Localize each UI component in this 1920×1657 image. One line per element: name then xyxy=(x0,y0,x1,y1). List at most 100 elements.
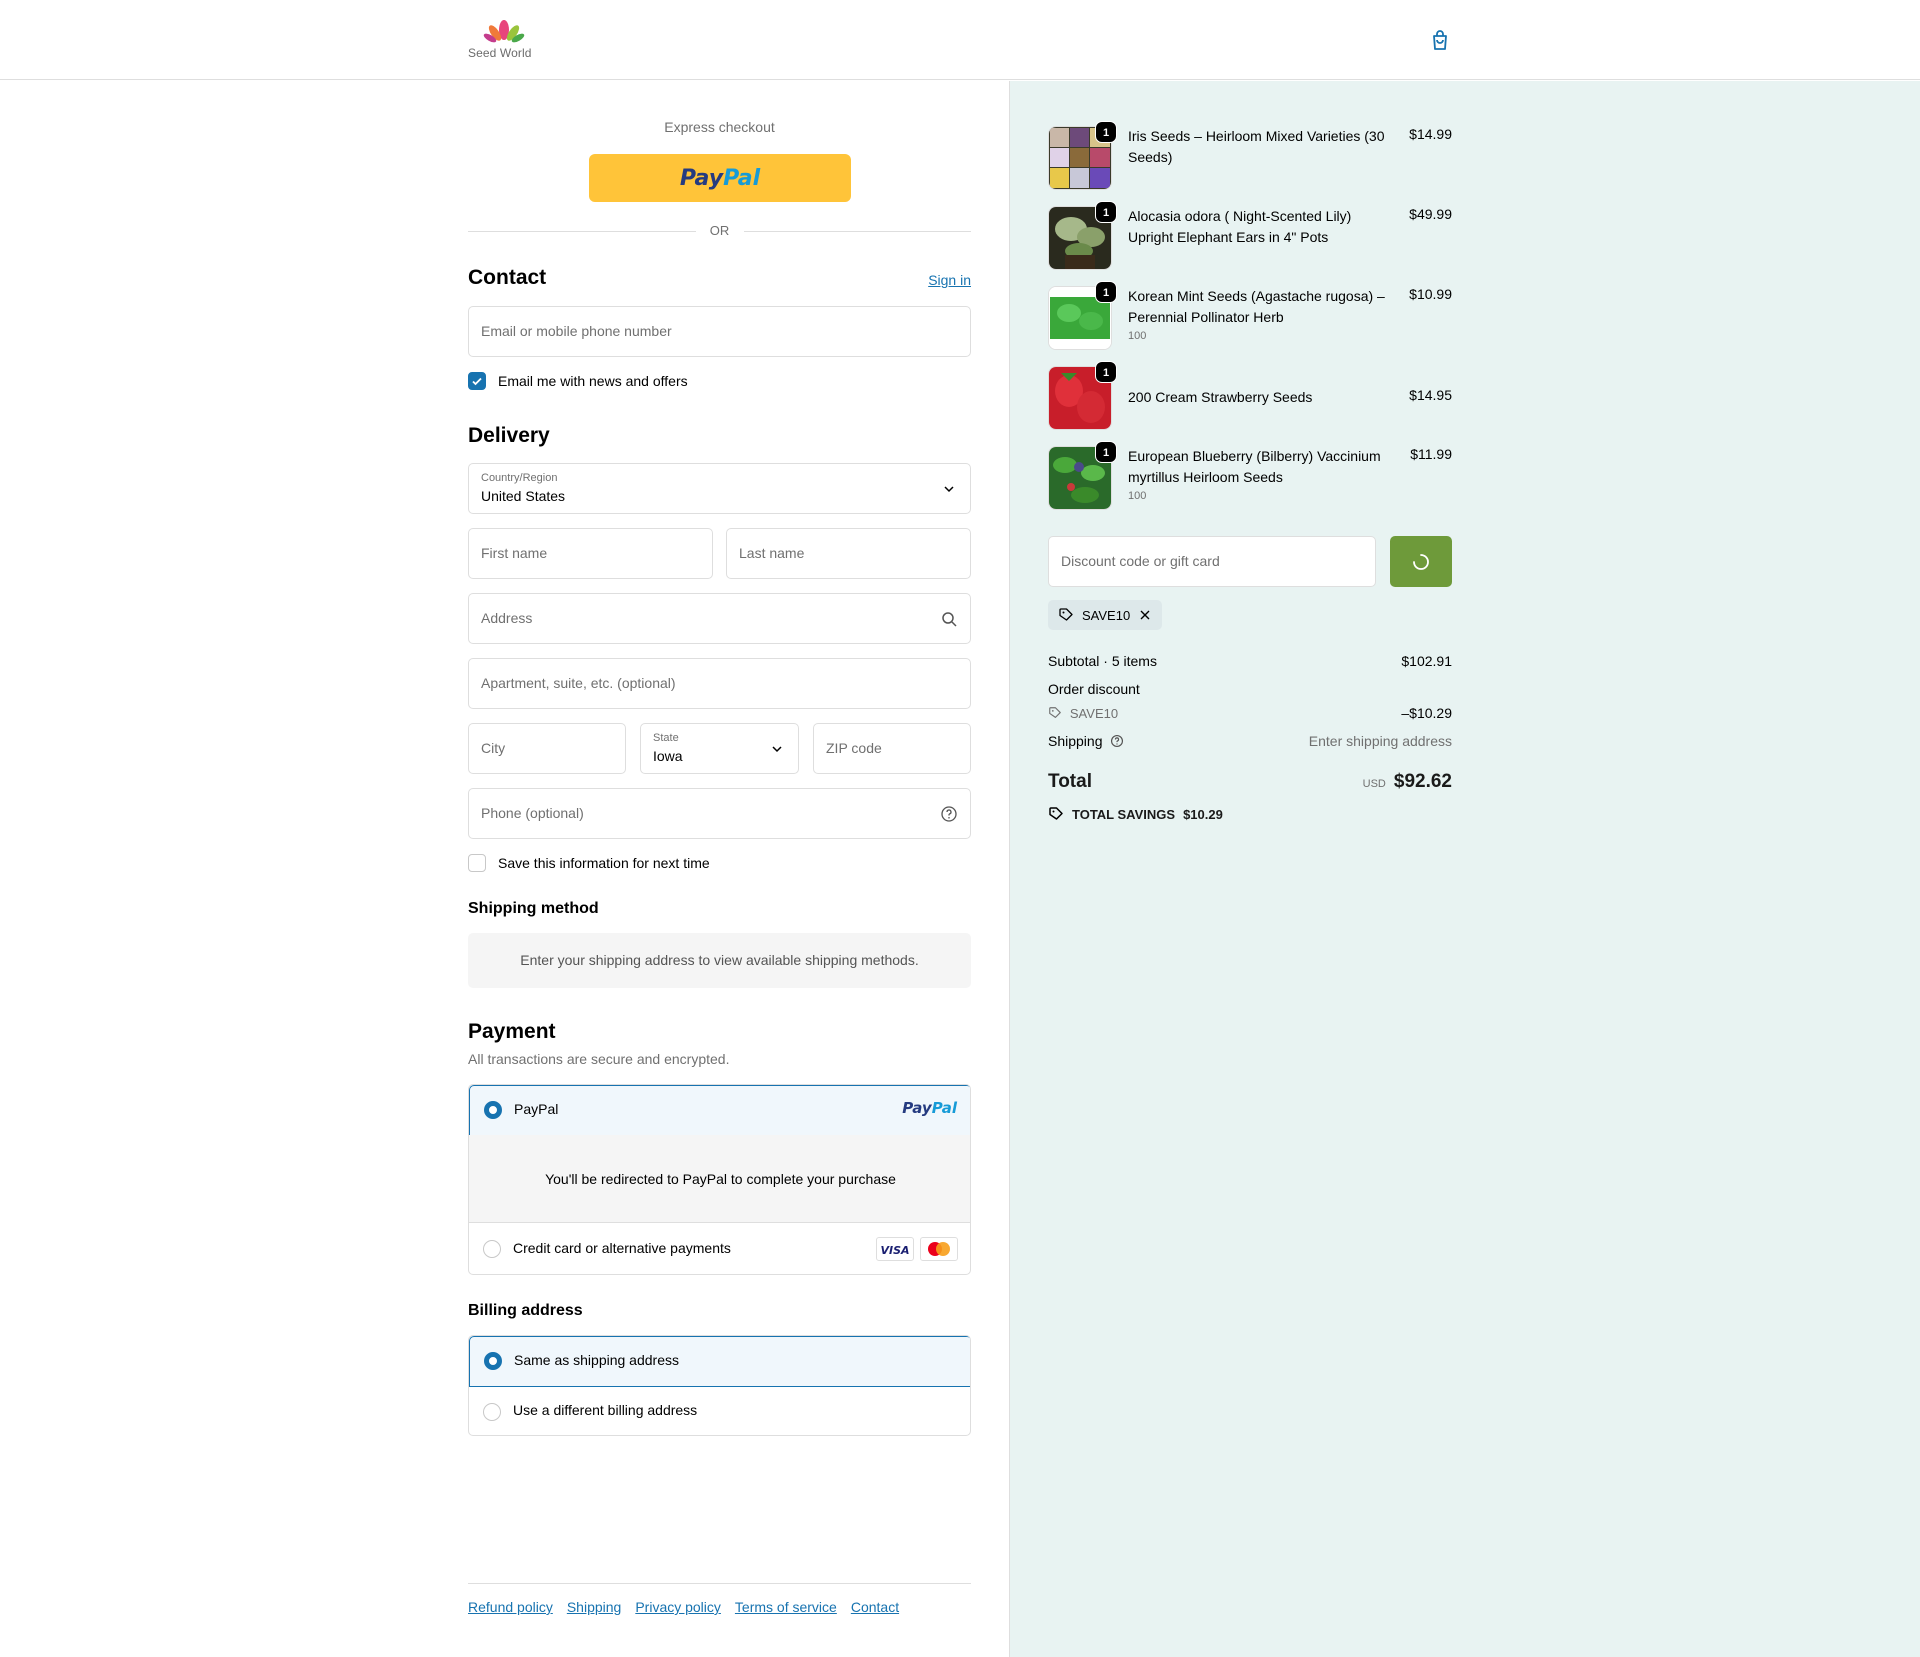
save-info-label: Save this information for next time xyxy=(498,855,710,871)
paypal-redirect-notice: You'll be redirected to PayPal to comple… xyxy=(469,1135,970,1223)
discount-code-label: SAVE10 xyxy=(1069,706,1119,721)
divider-line xyxy=(744,231,971,232)
state-select[interactable]: State Iowa xyxy=(640,723,799,774)
order-discount-label: Order discount xyxy=(1048,681,1140,697)
item-price: $11.99 xyxy=(1410,446,1452,462)
privacy-policy-link[interactable]: Privacy policy xyxy=(635,1599,721,1615)
close-icon[interactable] xyxy=(1138,608,1152,622)
city-field[interactable]: City xyxy=(468,723,626,774)
paypal-express-button[interactable]: PayPal xyxy=(589,154,851,202)
item-name: Iris Seeds – Heirloom Mixed Varieties (3… xyxy=(1128,128,1385,165)
or-text: OR xyxy=(695,223,744,238)
billing-same-radio[interactable] xyxy=(484,1352,502,1370)
delivery-heading: Delivery xyxy=(468,424,550,447)
apply-discount-button[interactable] xyxy=(1390,536,1452,587)
last-name-placeholder: Last name xyxy=(739,545,805,561)
total-label: Total xyxy=(1048,771,1092,792)
news-checkbox-row[interactable]: Email me with news and offers xyxy=(468,371,688,391)
brand-logo[interactable]: Seed World xyxy=(468,18,538,62)
news-checkbox-label: Email me with news and offers xyxy=(498,373,688,389)
paypal-option-label: PayPal xyxy=(514,1101,559,1117)
shipping-method-info: Enter your shipping address to view avai… xyxy=(468,933,971,988)
paypal-radio[interactable] xyxy=(484,1101,502,1119)
cart-item: 1 Alocasia odora ( Night-Scented Lily) U… xyxy=(1048,201,1452,270)
terms-of-service-link[interactable]: Terms of service xyxy=(735,1599,837,1615)
payment-subtitle: All transactions are secure and encrypte… xyxy=(468,1051,730,1067)
sign-in-link[interactable]: Sign in xyxy=(928,272,971,288)
payment-heading: Payment xyxy=(468,1020,556,1043)
billing-same-option[interactable]: Same as shipping address xyxy=(469,1336,970,1387)
subtotal-label: Subtotal · 5 items xyxy=(1048,653,1157,669)
contact-link[interactable]: Contact xyxy=(851,1599,899,1615)
news-checkbox[interactable] xyxy=(468,372,486,390)
address-placeholder: Address xyxy=(481,610,533,626)
card-option-label: Credit card or alternative payments xyxy=(513,1240,731,1256)
savings-label: TOTAL SAVINGS xyxy=(1072,806,1176,822)
refund-policy-link[interactable]: Refund policy xyxy=(468,1599,553,1615)
chevron-down-icon xyxy=(944,486,954,493)
state-value: Iowa xyxy=(653,748,683,764)
discount-code-row: SAVE10 –$10.29 xyxy=(1048,705,1452,721)
billing-different-radio[interactable] xyxy=(483,1403,501,1421)
total-savings: TOTAL SAVINGS $10.29 xyxy=(1048,806,1223,822)
apartment-placeholder: Apartment, suite, etc. (optional) xyxy=(481,675,676,691)
billing-different-option[interactable]: Use a different billing address xyxy=(469,1387,970,1435)
country-select[interactable]: Country/Region United States xyxy=(468,463,971,514)
first-name-field[interactable]: First name xyxy=(468,528,713,579)
state-label: State xyxy=(653,732,679,744)
total-value-group: USD $92.62 xyxy=(1363,771,1452,793)
quantity-badge: 1 xyxy=(1095,121,1117,143)
tag-icon xyxy=(1059,608,1073,621)
payment-options: PayPal PayPal You'll be redirected to Pa… xyxy=(468,1084,971,1275)
total-value: $92.62 xyxy=(1393,771,1452,792)
payment-option-paypal[interactable]: PayPal PayPal xyxy=(469,1085,970,1136)
mastercard-logo xyxy=(928,1242,950,1256)
item-name: 200 Cream Strawberry Seeds xyxy=(1128,389,1313,405)
email-placeholder: Email or mobile phone number xyxy=(481,323,672,339)
save-info-checkbox[interactable] xyxy=(468,854,486,872)
card-radio[interactable] xyxy=(483,1240,501,1258)
subtotal-row: Subtotal · 5 items $102.91 xyxy=(1048,653,1452,669)
applied-code: SAVE10 xyxy=(1082,607,1131,623)
city-placeholder: City xyxy=(481,740,506,756)
discount-code-input[interactable]: Discount code or gift card xyxy=(1048,536,1376,587)
tag-icon xyxy=(1049,807,1063,820)
shopping-bag-icon[interactable] xyxy=(1428,28,1452,52)
item-name: European Blueberry (Bilberry) Vaccinium … xyxy=(1128,448,1381,485)
cart-item: 1 European Blueberry (Bilberry) Vacciniu… xyxy=(1048,441,1452,510)
email-field[interactable]: Email or mobile phone number xyxy=(468,306,971,357)
item-variant: 100 xyxy=(1128,490,1147,502)
loading-spinner-icon xyxy=(1413,553,1429,570)
shipping-policy-link[interactable]: Shipping xyxy=(567,1599,622,1615)
country-value: United States xyxy=(481,488,566,504)
item-variant: 100 xyxy=(1128,330,1147,342)
last-name-field[interactable]: Last name xyxy=(726,528,971,579)
payment-option-card[interactable]: Credit card or alternative payments VISA xyxy=(469,1224,970,1274)
apartment-field[interactable]: Apartment, suite, etc. (optional) xyxy=(468,658,971,709)
phone-field[interactable]: Phone (optional) xyxy=(468,788,971,839)
mastercard-icon xyxy=(920,1237,958,1261)
checkmark-icon xyxy=(472,377,482,386)
shipping-row: Shipping Enter shipping address xyxy=(1048,733,1452,749)
item-name: Alocasia odora ( Night-Scented Lily) Upr… xyxy=(1128,208,1352,245)
help-circle-icon[interactable] xyxy=(940,805,958,823)
express-checkout-label: Express checkout xyxy=(664,119,775,135)
lotus-icon xyxy=(483,20,525,43)
shipping-label: Shipping xyxy=(1048,733,1103,749)
item-price: $49.99 xyxy=(1409,206,1452,222)
subtotal-value: $102.91 xyxy=(1401,653,1452,669)
footer-divider xyxy=(468,1583,971,1584)
discount-placeholder: Discount code or gift card xyxy=(1061,553,1220,569)
country-label: Country/Region xyxy=(481,472,558,484)
zip-field[interactable]: ZIP code xyxy=(813,723,971,774)
savings-value: $10.29 xyxy=(1183,806,1223,822)
billing-heading: Billing address xyxy=(468,1302,583,1319)
save-info-row[interactable]: Save this information for next time xyxy=(468,853,710,873)
address-field[interactable]: Address xyxy=(468,593,971,644)
discount-value: –$10.29 xyxy=(1401,705,1452,721)
quantity-badge: 1 xyxy=(1095,441,1117,463)
brand-name: Seed World xyxy=(468,46,532,60)
item-price: $14.99 xyxy=(1409,126,1452,142)
zip-placeholder: ZIP code xyxy=(826,740,882,756)
help-circle-icon[interactable] xyxy=(1110,734,1124,748)
